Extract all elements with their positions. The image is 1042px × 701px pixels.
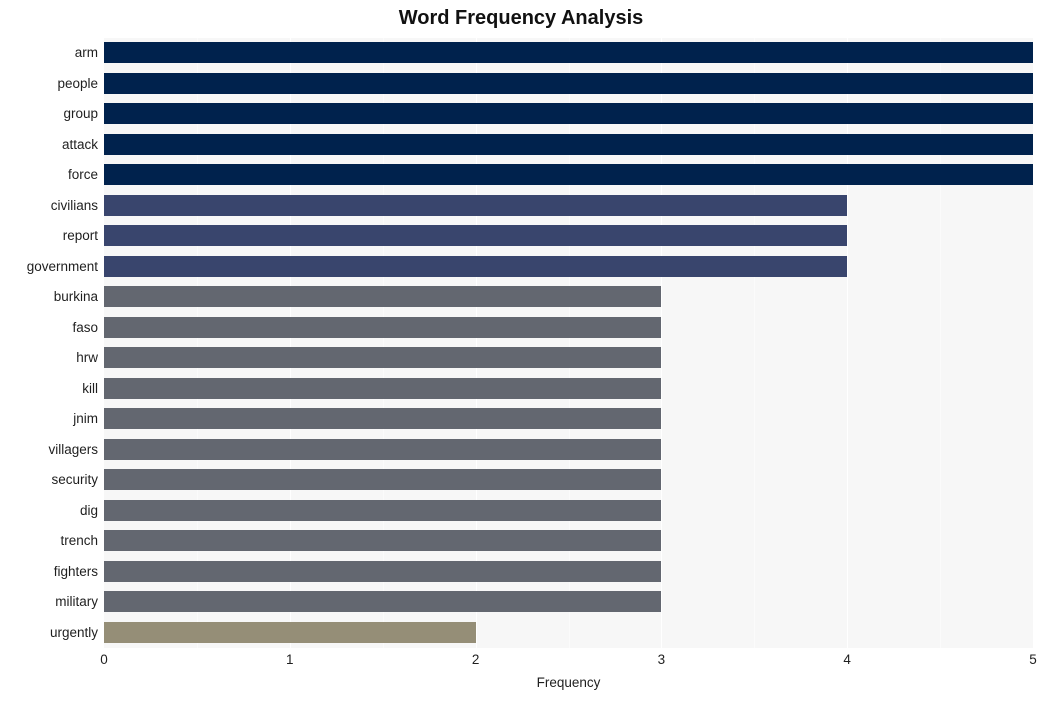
y-axis-tick-label: attack: [61, 136, 98, 152]
bar: [104, 225, 848, 246]
y-axis-tick-label: urgently: [49, 624, 98, 640]
bar: [104, 621, 476, 643]
y-axis-tick-label: kill: [82, 380, 98, 396]
y-axis-labels: arm people group attack force civilians report…: [0, 38, 98, 648]
x-axis-tick-label: 4: [843, 652, 851, 667]
bar: [104, 164, 1033, 185]
y-axis-tick-label: security: [51, 472, 98, 488]
bar: [104, 103, 1033, 124]
bar: [104, 194, 848, 216]
chart-title: Word Frequency Analysis: [398, 7, 644, 29]
x-axis-ticks: 0 1 2 3 4 5: [100, 652, 1037, 672]
y-axis-tick-label: force: [67, 167, 98, 183]
bar: [104, 560, 662, 582]
bars-container: [104, 38, 1033, 648]
bar: [104, 530, 662, 551]
y-axis-tick-label: fighters: [53, 563, 98, 579]
plot-panel: [104, 38, 1033, 648]
x-axis-tick-label: 1: [286, 652, 294, 667]
bar: [104, 438, 662, 460]
y-axis-tick-label: military: [55, 594, 98, 610]
word-frequency-chart: Word Frequency Analysis arm people group at…: [0, 0, 1042, 701]
x-axis-tick-label: 3: [657, 652, 666, 667]
y-axis-tick-label: faso: [72, 319, 98, 335]
x-axis-tick-label: 0: [100, 652, 108, 667]
y-axis-tick-label: group: [63, 106, 98, 122]
bar: [104, 499, 662, 521]
bar: [104, 347, 662, 368]
bar: [104, 591, 662, 612]
y-axis-tick-label: report: [62, 228, 98, 244]
y-axis-tick-label: arm: [74, 45, 98, 61]
x-axis-tick-label: 5: [1029, 652, 1037, 667]
y-axis-tick-label: hrw: [76, 350, 98, 366]
bar: [104, 42, 1033, 63]
y-axis-tick-label: civilians: [50, 197, 98, 213]
bar: [104, 469, 662, 490]
x-axis-title: Frequency: [536, 675, 601, 690]
bar: [104, 255, 848, 277]
x-axis-tick-label: 2: [471, 652, 480, 667]
bar: [104, 72, 1033, 94]
y-axis-tick-label: dig: [79, 502, 98, 518]
bar: [104, 408, 662, 429]
y-axis-tick-label: people: [57, 75, 98, 91]
y-axis-tick-label: trench: [60, 533, 98, 549]
bar: [104, 377, 662, 399]
y-axis-tick-label: burkina: [53, 289, 98, 305]
bar: [104, 133, 1033, 155]
bar: [104, 316, 662, 338]
y-axis-tick-label: villagers: [48, 441, 98, 457]
y-axis-tick-label: government: [26, 258, 98, 274]
bar: [104, 286, 662, 307]
y-axis-tick-label: jnim: [73, 411, 98, 427]
